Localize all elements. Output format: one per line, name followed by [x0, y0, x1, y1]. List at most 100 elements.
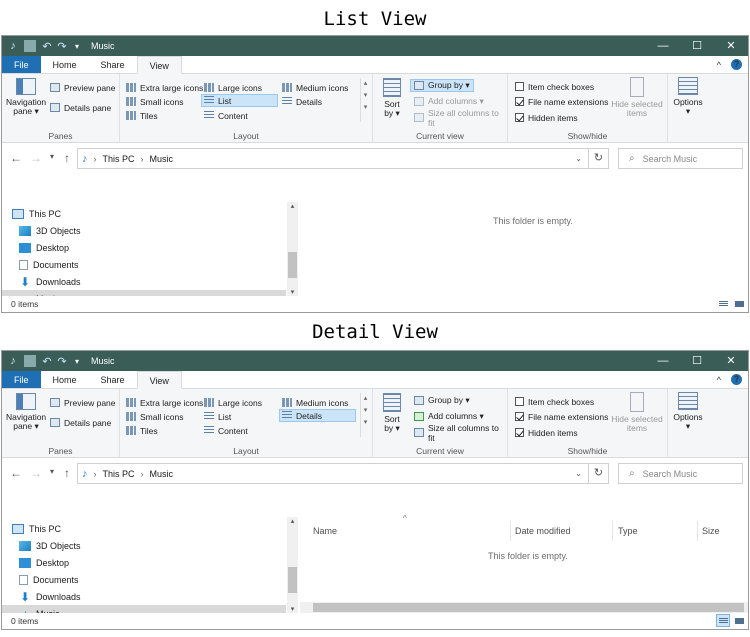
minimize-button[interactable]: —	[646, 351, 680, 371]
undo-icon[interactable]: ↶	[41, 40, 53, 53]
layout-small-icons[interactable]: Small icons	[126, 410, 183, 423]
column-header-name[interactable]: Name	[313, 526, 337, 536]
file-name-extensions-toggle[interactable]: File name extensions	[515, 410, 608, 423]
nav-item-downloads[interactable]: ⬇ Downloads	[2, 273, 286, 290]
scroll-up-icon[interactable]: ▴	[287, 517, 298, 525]
scroll-up-icon[interactable]: ▴	[287, 202, 298, 210]
back-arrow-icon[interactable]: ←	[9, 151, 23, 165]
sort-by-button[interactable]: Sort by ▾	[377, 78, 407, 118]
search-box[interactable]: ⌕ Search Music	[618, 148, 743, 169]
tab-share[interactable]: Share	[89, 56, 137, 73]
nav-item-3d-objects[interactable]: 3D Objects	[2, 222, 286, 239]
gallery-more-icon[interactable]: ▾	[361, 102, 370, 114]
hide-selected-items-button[interactable]: Hide selected items	[610, 77, 664, 118]
layout-list[interactable]: List	[204, 410, 231, 423]
forward-arrow-icon[interactable]: →	[29, 466, 43, 480]
tab-share[interactable]: Share	[89, 371, 137, 388]
redo-icon[interactable]: ↷	[56, 355, 68, 368]
maximize-button[interactable]: ☐	[680, 351, 714, 371]
tab-home[interactable]: Home	[41, 371, 89, 388]
horizontal-scrollbar[interactable]	[300, 602, 748, 613]
large-icons-view-toggle[interactable]	[732, 297, 746, 310]
nav-item-desktop[interactable]: Desktop	[2, 239, 286, 256]
column-divider[interactable]	[612, 521, 613, 541]
group-by-button[interactable]: Group by ▾	[410, 79, 474, 92]
help-icon[interactable]: ?	[731, 59, 742, 70]
layout-gallery-scroll[interactable]: ▴ ▾ ▾	[360, 78, 370, 122]
navigation-pane-button[interactable]: Navigation pane ▾	[6, 78, 46, 116]
up-arrow-icon[interactable]: ↑	[60, 151, 74, 165]
ribbon-collapse-icon[interactable]: ^	[717, 375, 721, 385]
details-view-toggle[interactable]	[716, 614, 730, 627]
search-box[interactable]: ⌕ Search Music	[618, 463, 743, 484]
add-columns-button[interactable]: Add columns ▾	[414, 410, 484, 423]
nav-item-this-pc[interactable]: This PC	[2, 520, 286, 537]
layout-extra-large-icons[interactable]: Extra large icons	[126, 396, 203, 409]
gallery-more-icon[interactable]: ▾	[361, 417, 370, 429]
options-button[interactable]: Options ▾	[671, 392, 705, 431]
nav-item-desktop[interactable]: Desktop	[2, 554, 286, 571]
breadcrumb-music[interactable]: Music	[150, 154, 174, 164]
hidden-items-checkbox[interactable]	[515, 428, 524, 437]
refresh-button[interactable]: ↻	[589, 148, 609, 169]
layout-medium-icons[interactable]: Medium icons	[282, 396, 348, 409]
nav-pane-scrollbar[interactable]: ▴ ▾	[287, 202, 298, 296]
recent-locations-icon[interactable]: ▾	[45, 152, 59, 161]
details-pane-button[interactable]: Details pane	[50, 416, 111, 429]
address-dropdown-icon[interactable]: ⌄	[575, 154, 582, 163]
item-check-boxes-toggle[interactable]: Item check boxes	[515, 395, 594, 408]
quick-access-dropdown-icon[interactable]: ▾	[71, 42, 83, 51]
nav-item-documents[interactable]: Documents	[2, 256, 286, 273]
layout-medium-icons[interactable]: Medium icons	[282, 81, 348, 94]
details-view-toggle[interactable]	[716, 297, 730, 310]
gallery-down-icon[interactable]: ▾	[361, 405, 370, 417]
column-divider[interactable]	[697, 521, 698, 541]
layout-content[interactable]: Content	[204, 109, 248, 122]
maximize-button[interactable]: ☐	[680, 36, 714, 56]
layout-small-icons[interactable]: Small icons	[126, 95, 183, 108]
item-check-boxes-checkbox[interactable]	[515, 82, 524, 91]
layout-large-icons[interactable]: Large icons	[204, 396, 262, 409]
size-all-columns-button[interactable]: Size all columns to fit	[414, 423, 507, 443]
file-list-area[interactable]: ^ Name Date modified Type Size This fold…	[300, 514, 748, 613]
tab-home[interactable]: Home	[41, 56, 89, 73]
hidden-items-toggle[interactable]: Hidden items	[515, 426, 578, 439]
preview-pane-button[interactable]: Preview pane	[50, 396, 116, 409]
refresh-button[interactable]: ↻	[589, 463, 609, 484]
search-input[interactable]: Search Music	[643, 154, 698, 164]
nav-item-documents[interactable]: Documents	[2, 571, 286, 588]
minimize-button[interactable]: —	[646, 36, 680, 56]
scroll-down-icon[interactable]: ▾	[287, 605, 298, 613]
navigation-pane-button[interactable]: Navigation pane ▾	[6, 393, 46, 431]
horizontal-scrollbar-thumb[interactable]	[313, 603, 744, 612]
file-name-extensions-checkbox[interactable]	[515, 97, 524, 106]
layout-details[interactable]: Details	[279, 409, 356, 422]
item-check-boxes-toggle[interactable]: Item check boxes	[515, 80, 594, 93]
hidden-items-toggle[interactable]: Hidden items	[515, 111, 578, 124]
gallery-down-icon[interactable]: ▾	[361, 90, 370, 102]
tab-file[interactable]: File	[2, 371, 41, 388]
redo-icon[interactable]: ↷	[56, 40, 68, 53]
layout-tiles[interactable]: Tiles	[126, 109, 158, 122]
layout-details[interactable]: Details	[282, 95, 322, 108]
file-list-area[interactable]: This folder is empty.	[300, 202, 748, 296]
item-check-boxes-checkbox[interactable]	[515, 397, 524, 406]
ribbon-collapse-icon[interactable]: ^	[717, 60, 721, 70]
column-header-size[interactable]: Size	[702, 526, 720, 536]
quick-access-dropdown-icon[interactable]: ▾	[71, 357, 83, 366]
layout-content[interactable]: Content	[204, 424, 248, 437]
nav-item-downloads[interactable]: ⬇ Downloads	[2, 588, 286, 605]
close-button[interactable]: ✕	[714, 36, 748, 56]
large-icons-view-toggle[interactable]	[732, 614, 746, 627]
gallery-up-icon[interactable]: ▴	[361, 393, 370, 405]
gallery-up-icon[interactable]: ▴	[361, 78, 370, 90]
layout-list[interactable]: List	[201, 94, 278, 107]
nav-item-3d-objects[interactable]: 3D Objects	[2, 537, 286, 554]
recent-locations-icon[interactable]: ▾	[45, 467, 59, 476]
back-arrow-icon[interactable]: ←	[9, 466, 23, 480]
tab-view[interactable]: View	[136, 371, 182, 389]
address-bar[interactable]: ♪ › This PC › Music ⌄	[77, 148, 589, 169]
options-button[interactable]: Options ▾	[671, 77, 705, 116]
group-by-button[interactable]: Group by ▾	[414, 394, 470, 407]
nav-item-this-pc[interactable]: This PC	[2, 205, 286, 222]
